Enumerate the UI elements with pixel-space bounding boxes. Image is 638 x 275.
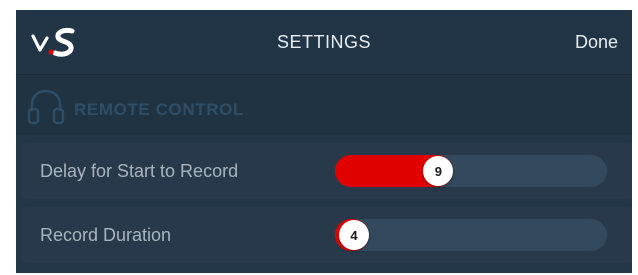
done-button[interactable]: Done [575, 32, 618, 53]
setting-label: Delay for Start to Record [40, 161, 239, 181]
slider-thumb[interactable]: 4 [339, 220, 370, 250]
settings-screen: SETTINGS Done REMOTE CONTROL Delay for S… [16, 10, 632, 273]
slider-thumb[interactable]: 9 [423, 156, 454, 186]
duration-slider[interactable]: 4 [335, 219, 607, 251]
section-label: REMOTE CONTROL [74, 100, 244, 119]
slider-track[interactable] [335, 219, 607, 251]
delay-slider[interactable]: 9 [335, 155, 607, 187]
setting-row-delay: Delay for Start to Record 9 [22, 143, 632, 199]
page-title: SETTINGS [276, 32, 371, 52]
setting-label: Record Duration [40, 225, 172, 245]
section-header-remote-control: REMOTE CONTROL [16, 75, 632, 135]
setting-row-duration: Record Duration 4 [22, 207, 632, 263]
headphones-icon [27, 89, 65, 125]
header-bar: SETTINGS Done [16, 10, 632, 75]
